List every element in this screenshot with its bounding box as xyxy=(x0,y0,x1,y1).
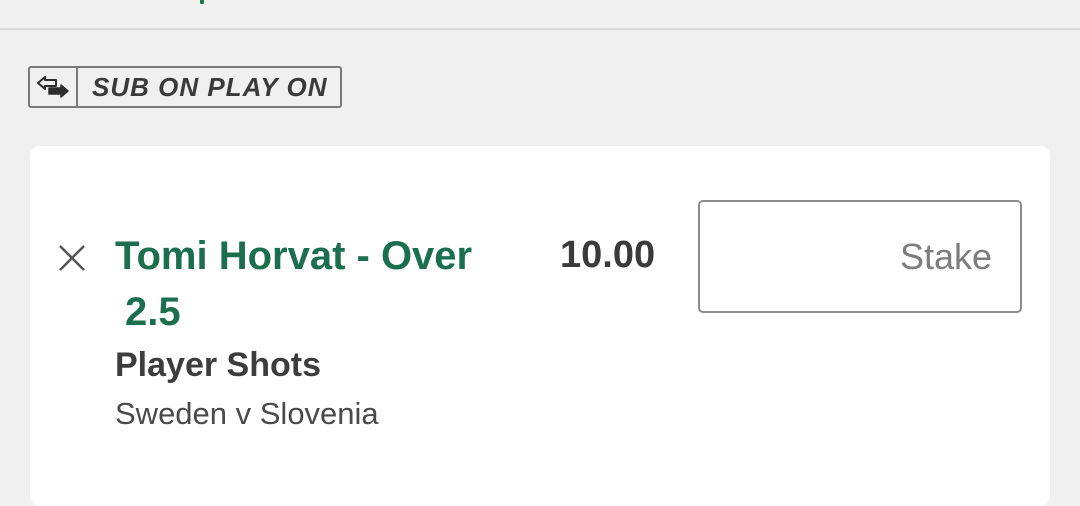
close-icon xyxy=(59,245,85,271)
selection-name: Tomi Horvat - Over 2.5 xyxy=(115,228,515,340)
odds-value: 10.00 xyxy=(560,234,656,276)
partial-text-fragment xyxy=(200,0,204,4)
substitution-arrows-icon xyxy=(30,68,78,106)
selection-line-2: 2.5 xyxy=(125,290,181,334)
event-name: Sweden v Slovenia xyxy=(115,396,379,431)
sub-on-play-on-badge: SUB ON PLAY ON xyxy=(28,66,342,108)
promo-label: SUB ON PLAY ON xyxy=(92,72,328,102)
market-name: Player Shots xyxy=(115,346,321,384)
remove-selection-button[interactable] xyxy=(56,242,88,274)
top-divider xyxy=(0,0,1080,30)
stake-input[interactable] xyxy=(698,200,1022,313)
selection-line-1: Tomi Horvat - Over xyxy=(115,234,473,278)
